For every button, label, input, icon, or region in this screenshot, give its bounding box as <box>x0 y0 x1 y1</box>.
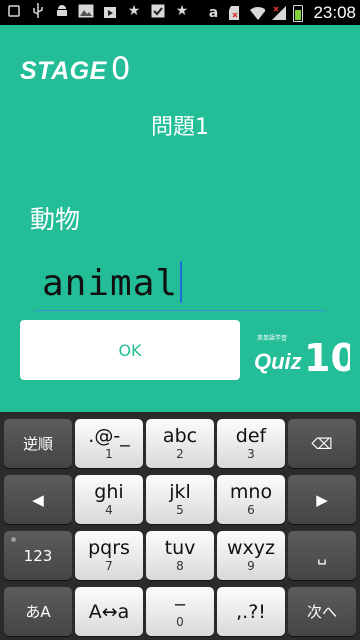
answer-text: animal <box>42 261 183 304</box>
key-case-toggle-label: A↔a <box>88 600 130 623</box>
text-caret <box>180 261 183 303</box>
answer-input[interactable]: animal <box>34 253 326 311</box>
key-dash-0[interactable]: ‒ 0 <box>146 587 214 636</box>
key-punctuation[interactable]: ,.?! <box>217 587 285 636</box>
sd-card-icon <box>227 5 243 21</box>
key-wxyz-9-digit: 9 <box>247 559 255 573</box>
logo-small-text: 英単語学習 <box>257 334 287 342</box>
key-abc-2-digit: 2 <box>176 447 184 461</box>
battery-icon <box>293 4 304 22</box>
check-icon <box>150 3 166 19</box>
key-input-mode[interactable]: あA <box>4 587 72 636</box>
hint-word: 動物 <box>30 205 81 234</box>
key-pqrs-7-label: pqrs <box>88 537 130 559</box>
ok-button-label: OK <box>118 340 142 360</box>
key-dash-0-digit: 0 <box>176 615 184 629</box>
notification-icon <box>6 3 22 19</box>
key-jkl-5-digit: 5 <box>176 503 184 517</box>
amazon-icon: a <box>208 5 219 21</box>
star-icon: ★ <box>127 3 141 19</box>
answer-value: animal <box>42 263 179 304</box>
key-tuv-8[interactable]: tuv 8 <box>146 531 214 580</box>
stage-label: STAGE 0 <box>20 51 131 87</box>
key-mno-6[interactable]: mno 6 <box>217 475 285 524</box>
key-def-3-digit: 3 <box>247 447 255 461</box>
key-next[interactable]: 次へ <box>288 587 356 636</box>
key-symbols-1[interactable]: .@-_ 1 <box>75 419 143 468</box>
key-cursor-left[interactable]: ◀ <box>4 475 72 524</box>
key-pqrs-7-digit: 7 <box>105 559 113 573</box>
soft-keyboard: 逆順 .@-_ 1 abc 2 def 3 ⌫ ◀ ghi 4 jkl 5 mno 6 ▶ 123 pqrs 7 tu… <box>0 412 360 640</box>
key-tuv-8-label: tuv <box>164 537 196 559</box>
key-punctuation-label: ,.?! <box>236 600 266 623</box>
key-backspace-label: ⌫ <box>311 434 333 453</box>
key-def-3-label: def <box>235 425 267 447</box>
key-space-label: ␣ <box>317 546 327 565</box>
key-next-label: 次へ <box>306 602 337 621</box>
key-symbols-1-label: .@-_ <box>88 425 130 447</box>
key-mno-6-label: mno <box>229 481 273 503</box>
key-mno-6-digit: 6 <box>247 503 255 517</box>
key-ghi-4-digit: 4 <box>105 503 113 517</box>
key-jkl-5[interactable]: jkl 5 <box>146 475 214 524</box>
signal-icon <box>271 5 287 21</box>
question-number: 問題1 <box>151 115 209 140</box>
star-icon: ★ <box>175 3 189 19</box>
ok-button[interactable]: OK <box>20 320 240 380</box>
key-case-toggle[interactable]: A↔a <box>75 587 143 636</box>
key-cursor-right-label: ▶ <box>316 490 328 509</box>
key-123-mode[interactable]: 123 <box>4 531 72 580</box>
key-reverse[interactable]: 逆順 <box>4 419 72 468</box>
image-icon <box>78 3 94 19</box>
clock: 23:08 <box>313 3 356 22</box>
key-symbols-1-digit: 1 <box>105 447 113 461</box>
key-wxyz-9[interactable]: wxyz 9 <box>217 531 285 580</box>
usb-icon <box>30 3 46 19</box>
quiz10-logo: 英単語学習 Quiz 10 <box>254 334 350 375</box>
wifi-icon <box>249 5 266 21</box>
stage-word: STAGE <box>20 57 107 85</box>
key-abc-2-label: abc <box>162 425 198 447</box>
key-ghi-4-label: ghi <box>94 481 124 503</box>
key-input-mode-label: あA <box>25 602 51 621</box>
logo-quiz-text: Quiz <box>254 349 302 374</box>
stage-number: 0 <box>110 51 131 87</box>
key-pqrs-7[interactable]: pqrs 7 <box>75 531 143 580</box>
key-dash-0-label: ‒ <box>173 593 187 615</box>
indicator-dot <box>11 537 16 542</box>
logo-number-text: 10 <box>304 336 350 375</box>
key-wxyz-9-label: wxyz <box>226 537 275 559</box>
key-reverse-label: 逆順 <box>22 434 53 453</box>
key-cursor-left-label: ◀ <box>32 490 44 509</box>
key-def-3[interactable]: def 3 <box>217 419 285 468</box>
key-jkl-5-label: jkl <box>169 481 191 503</box>
status-bar: ★ ★ a 23:08 <box>0 0 360 25</box>
key-cursor-right[interactable]: ▶ <box>288 475 356 524</box>
key-tuv-8-digit: 8 <box>176 559 184 573</box>
quiz-screen: STAGE 0 問題1 動物 animal OK 英単語学習 Quiz 10 <box>0 25 360 412</box>
key-backspace[interactable]: ⌫ <box>288 419 356 468</box>
key-ghi-4[interactable]: ghi 4 <box>75 475 143 524</box>
android-icon <box>54 3 70 19</box>
play-store-icon <box>102 3 118 19</box>
key-123-mode-label: 123 <box>23 546 53 565</box>
key-space[interactable]: ␣ <box>288 531 356 580</box>
key-abc-2[interactable]: abc 2 <box>146 419 214 468</box>
